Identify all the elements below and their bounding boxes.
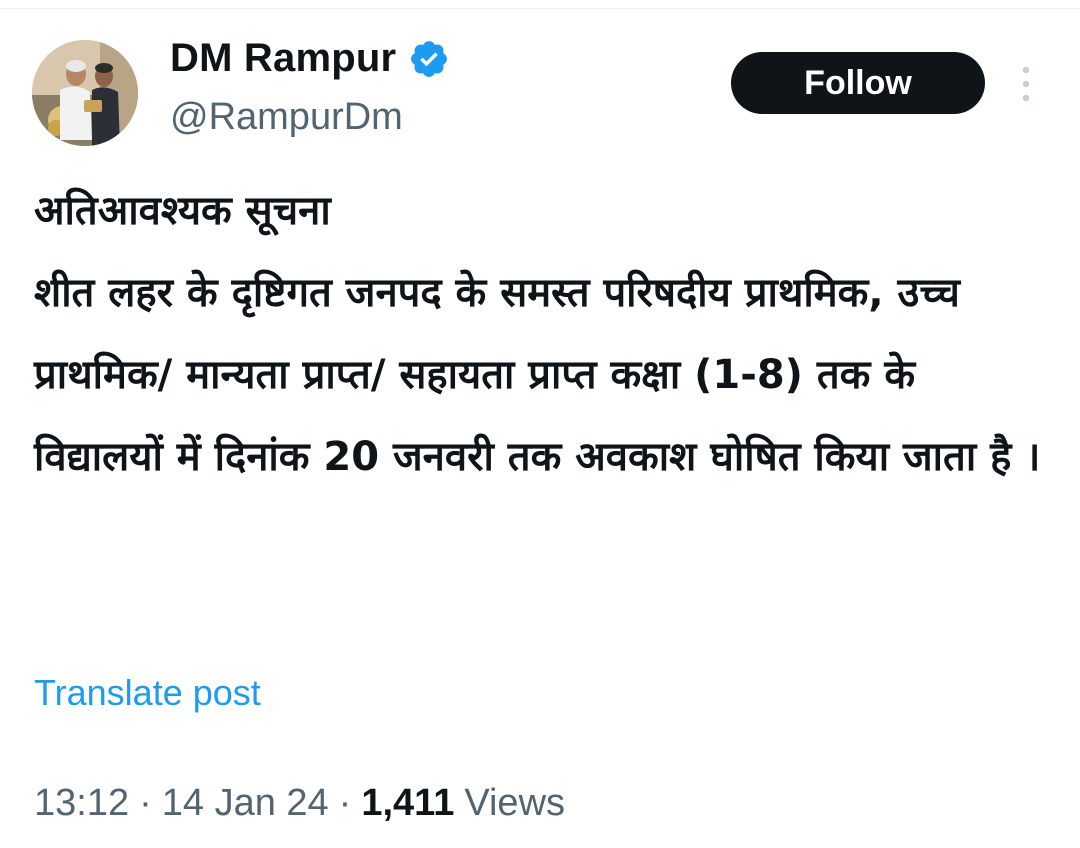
top-divider bbox=[0, 8, 1080, 9]
author-name-row: DM Rampur bbox=[170, 36, 450, 81]
post-meta: 13:12 · 14 Jan 24 · 1,411 Views bbox=[34, 782, 565, 825]
post-text: अतिआवश्यक सूचना शीत लहर के दृष्टिगत जनपद… bbox=[34, 188, 1041, 480]
avatar-photo bbox=[32, 40, 138, 146]
author-handle[interactable]: @RampurDm bbox=[170, 96, 403, 139]
follow-button[interactable]: Follow bbox=[731, 52, 985, 114]
author-display-name[interactable]: DM Rampur bbox=[170, 36, 396, 81]
post-date[interactable]: 14 Jan 24 bbox=[162, 782, 329, 825]
more-options-icon[interactable] bbox=[1014, 64, 1038, 104]
views-label: Views bbox=[464, 782, 566, 824]
avatar[interactable] bbox=[32, 40, 138, 146]
meta-separator: · bbox=[338, 782, 352, 824]
verified-badge-icon bbox=[411, 40, 448, 77]
views-count: 1,411 bbox=[361, 782, 455, 824]
meta-separator: · bbox=[139, 782, 152, 824]
translate-post-link[interactable]: Translate post bbox=[34, 672, 261, 714]
post-time[interactable]: 13:12 bbox=[34, 782, 129, 825]
